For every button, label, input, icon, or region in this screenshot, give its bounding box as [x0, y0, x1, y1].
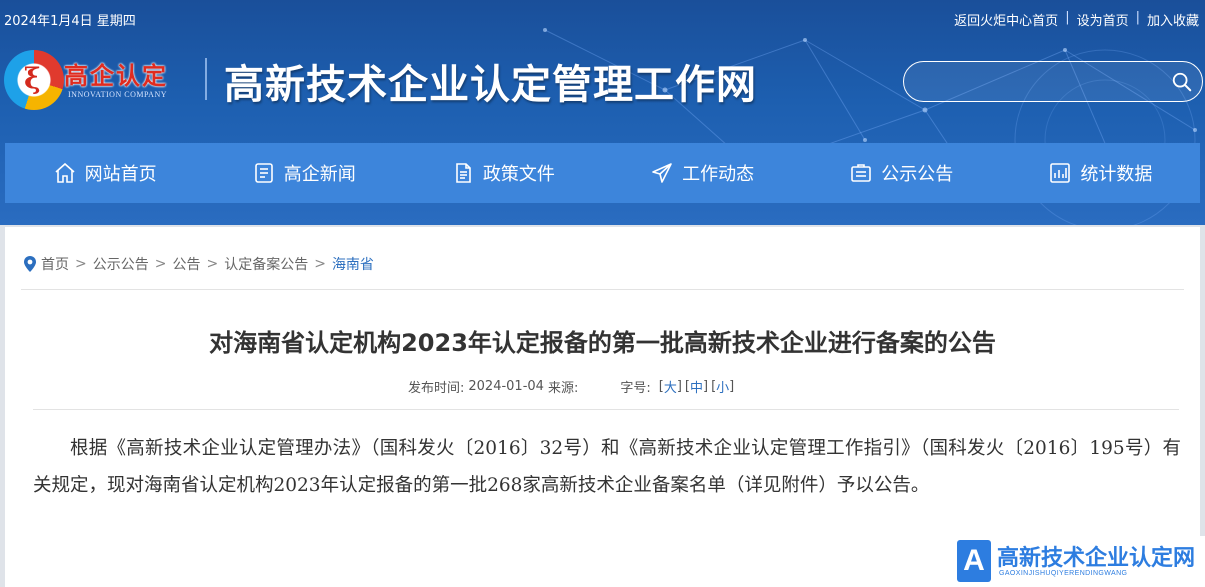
- nav-item-label: 高企新闻: [283, 164, 356, 185]
- nav-item-label: 公示公告: [881, 164, 954, 185]
- breadcrumb-separator: >: [154, 256, 167, 272]
- divider: [21, 289, 1184, 290]
- font-size-medium-button[interactable]: 中: [690, 377, 703, 396]
- current-date: 2024年1月4日 星期四: [4, 14, 136, 29]
- nav-item-home[interactable]: 网站首页: [5, 143, 204, 203]
- top-bar: 2024年1月4日 星期四 返回火炬中心首页 | 设为首页 | 加入收藏: [0, 0, 1205, 36]
- watermark-subtitle: GAOXINJISHUQIYERENDINGWANG: [999, 570, 1128, 577]
- divider: [33, 409, 1179, 410]
- nav-item-news[interactable]: 高企新闻: [204, 143, 403, 203]
- location-pin-icon: [24, 256, 36, 272]
- nav-item-work-updates[interactable]: 工作动态: [603, 143, 802, 203]
- breadcrumb-filing-announcements[interactable]: 认定备案公告: [224, 254, 308, 274]
- home-icon: [55, 162, 75, 183]
- document-icon: [456, 163, 471, 183]
- nav-item-notices[interactable]: 公示公告: [802, 143, 1001, 203]
- nav-item-label: 统计数据: [1080, 164, 1153, 185]
- logo-emblem-icon: ξ: [4, 50, 64, 110]
- watermark-logo-icon: A: [957, 540, 991, 582]
- set-homepage-link[interactable]: 设为首页: [1077, 10, 1129, 29]
- site-title: 高新技术企业认定管理工作网: [224, 61, 757, 108]
- nav-item-statistics[interactable]: 统计数据: [1001, 143, 1200, 203]
- notice-icon: [851, 164, 872, 182]
- link-separator: |: [1135, 10, 1140, 25]
- nav-item-policy[interactable]: 政策文件: [403, 143, 602, 203]
- article-container: 首页 > 公示公告 > 公告 > 认定备案公告 > 海南省 对海南省认定机构20…: [5, 227, 1200, 587]
- site-logo[interactable]: ξ 高企认定 INNOVATION COMPANY: [4, 50, 204, 110]
- article-meta: 发布时间: 2024-01-04 来源: 字号: [大] [中] [小]: [408, 377, 735, 396]
- top-links: 返回火炬中心首页 | 设为首页 | 加入收藏: [954, 10, 1199, 29]
- published-date: 2024-01-04: [468, 379, 544, 394]
- font-size-label: 字号:: [620, 381, 651, 396]
- news-icon: [254, 163, 273, 183]
- article-body: 根据《高新技术企业认定管理办法》（国科发火〔2016〕32号）和《高新技术企业认…: [33, 438, 1181, 496]
- watermark-title: 高新技术企业认定网: [997, 546, 1196, 571]
- send-icon: [652, 163, 672, 183]
- nav-item-label: 工作动态: [682, 164, 755, 185]
- add-favorite-link[interactable]: 加入收藏: [1147, 10, 1199, 29]
- source-label: 来源:: [547, 381, 579, 396]
- breadcrumb-separator: >: [75, 256, 87, 272]
- breadcrumb-home[interactable]: 首页: [41, 254, 69, 274]
- search-box: [903, 61, 1203, 102]
- logo-subtext: INNOVATION COMPANY: [68, 90, 168, 99]
- font-size-large-button[interactable]: 大: [664, 377, 677, 396]
- breadcrumb-announcements[interactable]: 公告: [172, 254, 200, 274]
- nav-item-label: 网站首页: [84, 164, 157, 185]
- breadcrumb-separator: >: [206, 256, 219, 272]
- breadcrumb-notices[interactable]: 公示公告: [93, 254, 149, 274]
- breadcrumb: 首页 > 公示公告 > 公告 > 认定备案公告 > 海南省: [23, 254, 374, 274]
- nav-item-label: 政策文件: [482, 164, 555, 185]
- logo-text: 高企认定: [64, 61, 168, 90]
- breadcrumb-separator: >: [314, 256, 326, 272]
- logo-divider: [205, 58, 207, 100]
- link-separator: |: [1065, 10, 1070, 25]
- search-icon[interactable]: [1171, 71, 1193, 93]
- main-nav: 网站首页 高企新闻 政策文件 工作动态 公示公告 统计数据: [5, 143, 1200, 203]
- return-torch-center-link[interactable]: 返回火炬中心首页: [954, 10, 1058, 29]
- article-title: 对海南省认定机构2023年认定报备的第一批高新技术企业进行备案的公告: [209, 329, 996, 357]
- site-watermark: A 高新技术企业认定网 GAOXINJISHUQIYERENDINGWANG: [957, 536, 1205, 587]
- chart-icon: [1050, 163, 1071, 183]
- search-input[interactable]: [918, 70, 1168, 94]
- breadcrumb-current[interactable]: 海南省: [332, 254, 374, 274]
- font-size-small-button[interactable]: 小: [716, 377, 729, 396]
- published-label: 发布时间:: [408, 381, 465, 396]
